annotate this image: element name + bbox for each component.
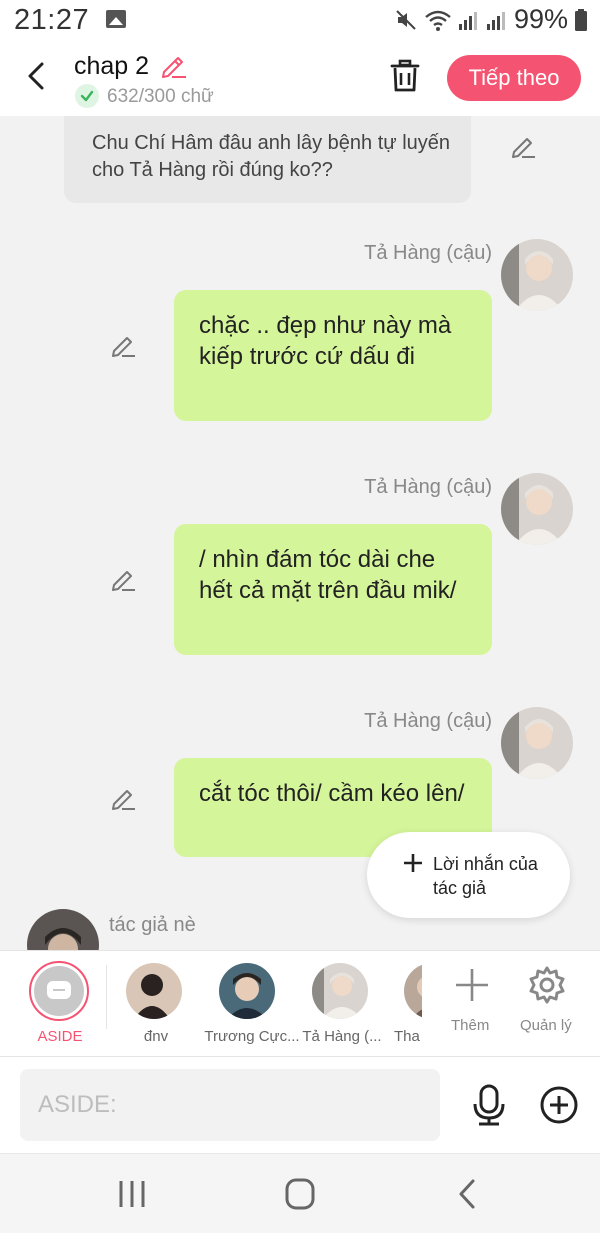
trash-icon[interactable] [388,58,422,94]
battery-icon [575,8,587,31]
character-label: ASIDE [37,1028,83,1045]
plus-icon [404,854,422,872]
character-avatar [404,963,422,1019]
message-bubble[interactable]: / nhìn đám tóc dài che hết cả mặt trên đ… [174,524,492,655]
character-label: Tả Hàng (... [302,1028,382,1045]
message-text: cắt tóc thôi/ cầm kéo lên/ [199,780,465,807]
add-icon[interactable] [539,1085,579,1125]
manage-label: Quản lý [520,1017,572,1034]
character-item[interactable]: đnv [118,951,190,1058]
character-item[interactable]: Tha [392,951,422,1058]
image-icon [106,10,126,28]
divider [106,965,107,1029]
character-label: Tha [394,1028,420,1045]
aside-avatar [29,961,89,1021]
message-text: / nhìn đám tóc dài che hết cả mặt trên đ… [199,546,457,604]
character-avatar [219,963,275,1019]
plus-icon [456,969,488,1001]
chat-area[interactable]: Chu Chí Hâm đâu anh lây bệnh tự luyến ch… [0,116,600,950]
message-sender: Tả Hàng (cậu) [364,242,492,264]
character-item[interactable]: Tả Hàng (... [302,951,382,1058]
message-text: chặc .. đẹp như này mà kiếp trước cứ dấu… [199,312,452,370]
header: chap 2 632/300 chữ Tiếp theo [0,44,600,116]
author-name: tác giả nè [109,914,196,936]
author-note-button[interactable]: Lời nhắn của tác giả [367,832,570,918]
mic-icon[interactable] [468,1083,510,1127]
status-bar: 21:27 99% [0,0,600,44]
message-input[interactable] [20,1069,440,1141]
input-area [0,1057,600,1153]
message-text: Chu Chí Hâm đâu anh lây bệnh tự luyến ch… [92,132,451,181]
avatar[interactable] [501,473,573,545]
character-item[interactable]: Trương Cực... [204,951,300,1058]
battery-percent: 99% [513,4,568,34]
edit-message-icon[interactable] [109,565,137,593]
character-label: đnv [143,1028,169,1045]
gear-icon [529,966,565,1004]
check-icon [75,84,99,108]
signal-icon [458,11,477,30]
system-nav-bar [0,1153,600,1233]
character-aside[interactable]: ASIDE [10,951,108,1058]
next-button[interactable]: Tiếp theo [447,55,581,101]
message-sender: Tả Hàng (cậu) [364,710,492,732]
character-avatar [312,963,368,1019]
message-icon [47,981,71,999]
edit-message-icon[interactable] [109,331,137,359]
home-icon[interactable] [280,1176,320,1212]
wifi-icon [425,10,451,31]
avatar[interactable] [501,239,573,311]
edit-message-icon[interactable] [509,132,537,160]
signal-icon [486,11,505,30]
author-avatar[interactable] [27,909,99,950]
recents-icon[interactable] [112,1176,152,1212]
mute-icon [396,9,416,30]
author-note-label: Lời nhắn của tác giả [433,854,538,898]
word-count: 632/300 chữ [107,86,214,107]
message-sender: Tả Hàng (cậu) [364,476,492,498]
edit-title-icon[interactable] [158,50,188,80]
avatar[interactable] [501,707,573,779]
message-bubble[interactable]: chặc .. đẹp như này mà kiếp trước cứ dấu… [174,290,492,421]
back-icon[interactable] [20,58,54,94]
status-icons: 99% [394,4,588,35]
edit-message-icon[interactable] [109,784,137,812]
character-avatar [126,963,182,1019]
chapter-title: chap 2 [74,52,150,80]
back-nav-icon[interactable] [448,1176,488,1212]
add-label: Thêm [451,1017,490,1034]
narration-message[interactable]: Chu Chí Hâm đâu anh lây bệnh tự luyến ch… [64,116,471,203]
add-character-button[interactable]: Thêm [440,951,500,1058]
status-time: 21:27 [14,4,90,36]
character-bar: ASIDE đnv Trương Cực... Tả Hàng (... Tha… [0,950,600,1057]
manage-button[interactable]: Quản lý [512,951,582,1058]
